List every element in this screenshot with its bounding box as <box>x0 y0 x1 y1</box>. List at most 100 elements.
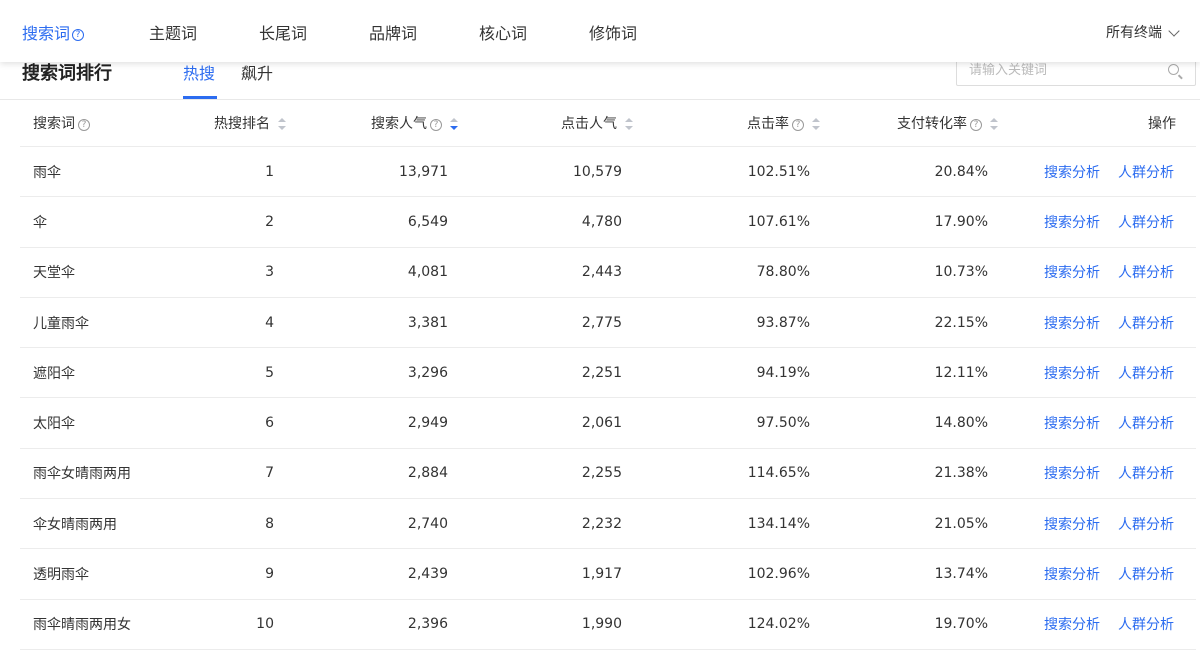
subtab-hot[interactable]: 热搜 <box>183 60 215 84</box>
table-header: 搜索词? 热搜排名 搜索人气? 点击人气 点击率? 支付转化率? 操作 <box>20 100 1196 147</box>
tab-topic-terms[interactable]: 主题词 <box>149 20 197 44</box>
audience-analysis-link[interactable]: 人群分析 <box>1118 564 1174 584</box>
ranking-header: 搜索词排行 热搜 飙升 <box>0 56 1200 100</box>
cell-ctr: 134.14% <box>747 515 810 532</box>
audience-analysis-link[interactable]: 人群分析 <box>1118 262 1174 282</box>
tab-core-terms[interactable]: 核心词 <box>479 20 527 44</box>
help-icon[interactable]: ? <box>970 119 982 131</box>
table-row: 雨伞 1 13,971 10,579 102.51% 20.84% 搜索分析 人… <box>20 147 1196 198</box>
header-popularity[interactable]: 搜索人气? <box>371 113 458 133</box>
header-conversion[interactable]: 支付转化率? <box>897 113 998 133</box>
search-analysis-link[interactable]: 搜索分析 <box>1044 463 1100 483</box>
chevron-down-icon[interactable] <box>1168 25 1180 37</box>
cell-keyword: 伞 <box>33 214 47 231</box>
cell-popularity: 13,971 <box>399 163 448 180</box>
header-popularity-label: 搜索人气 <box>371 116 427 132</box>
cell-keyword: 遮阳伞 <box>33 365 75 382</box>
sort-icon[interactable] <box>278 118 286 130</box>
cell-ctr: 102.51% <box>747 163 810 180</box>
cell-popularity: 2,439 <box>407 566 448 583</box>
tab-modifier-terms[interactable]: 修饰词 <box>589 20 637 44</box>
cell-ctr: 102.96% <box>747 566 810 583</box>
audience-analysis-link[interactable]: 人群分析 <box>1118 614 1174 634</box>
cell-keyword: 雨伞晴雨两用女 <box>33 617 131 634</box>
header-ops: 操作 <box>1148 116 1176 132</box>
search-analysis-link[interactable]: 搜索分析 <box>1044 262 1100 282</box>
cell-conversion: 14.80% <box>934 415 988 432</box>
cell-conversion: 22.15% <box>934 314 988 331</box>
top-nav: 搜索词? 主题词 长尾词 品牌词 核心词 修饰词 所有终端 <box>0 0 1200 62</box>
terminal-select[interactable]: 所有终端 <box>1106 22 1162 42</box>
cell-ctr: 114.65% <box>747 465 810 482</box>
table-row: 儿童雨伞 4 3,381 2,775 93.87% 22.15% 搜索分析 人群… <box>20 298 1196 349</box>
audience-analysis-link[interactable]: 人群分析 <box>1118 313 1174 333</box>
subtab-rising[interactable]: 飙升 <box>241 60 273 84</box>
search-analysis-link[interactable]: 搜索分析 <box>1044 614 1100 634</box>
header-keyword: 搜索词? <box>33 113 90 133</box>
sort-icon[interactable] <box>990 118 998 130</box>
cell-keyword: 雨伞 <box>33 164 61 181</box>
audience-analysis-link[interactable]: 人群分析 <box>1118 212 1174 232</box>
section-title: 搜索词排行 <box>22 63 112 84</box>
audience-analysis-link[interactable]: 人群分析 <box>1118 162 1174 182</box>
cell-popularity: 4,081 <box>407 264 448 281</box>
search-analysis-link[interactable]: 搜索分析 <box>1044 162 1100 182</box>
cell-ctr: 93.87% <box>756 314 810 331</box>
search-analysis-link[interactable]: 搜索分析 <box>1044 212 1100 232</box>
cell-clicks: 10,579 <box>573 163 622 180</box>
audience-analysis-link[interactable]: 人群分析 <box>1118 514 1174 534</box>
search-icon[interactable] <box>1168 64 1179 75</box>
help-icon[interactable]: ? <box>78 119 90 131</box>
cell-rank: 2 <box>265 213 274 230</box>
header-conversion-label: 支付转化率 <box>897 116 967 132</box>
cell-popularity: 2,396 <box>407 616 448 633</box>
search-analysis-link[interactable]: 搜索分析 <box>1044 514 1100 534</box>
cell-popularity: 2,884 <box>407 465 448 482</box>
cell-clicks: 2,255 <box>581 465 622 482</box>
cell-rank: 4 <box>265 314 274 331</box>
table-row: 雨伞晴雨两用女 10 2,396 1,990 124.02% 19.70% 搜索… <box>20 600 1196 650</box>
cell-conversion: 20.84% <box>934 163 988 180</box>
header-ctr-label: 点击率 <box>747 116 789 132</box>
header-clicks-label: 点击人气 <box>561 116 617 132</box>
cell-conversion: 12.11% <box>934 364 988 381</box>
audience-analysis-link[interactable]: 人群分析 <box>1118 363 1174 383</box>
table-row: 伞 2 6,549 4,780 107.61% 17.90% 搜索分析 人群分析 <box>20 197 1196 248</box>
search-analysis-link[interactable]: 搜索分析 <box>1044 413 1100 433</box>
cell-clicks: 1,917 <box>581 566 622 583</box>
sort-desc-icon[interactable] <box>450 118 458 130</box>
audience-analysis-link[interactable]: 人群分析 <box>1118 463 1174 483</box>
active-tab-indicator <box>183 96 217 99</box>
help-icon[interactable]: ? <box>430 119 442 131</box>
search-analysis-link[interactable]: 搜索分析 <box>1044 363 1100 383</box>
cell-rank: 5 <box>265 364 274 381</box>
cell-popularity: 3,296 <box>407 364 448 381</box>
search-analysis-link[interactable]: 搜索分析 <box>1044 313 1100 333</box>
tab-brand-terms[interactable]: 品牌词 <box>369 20 417 44</box>
search-analysis-link[interactable]: 搜索分析 <box>1044 564 1100 584</box>
cell-conversion: 10.73% <box>934 264 988 281</box>
cell-popularity: 3,381 <box>407 314 448 331</box>
header-rank[interactable]: 热搜排名 <box>214 113 286 133</box>
cell-conversion: 19.70% <box>934 616 988 633</box>
cell-clicks: 2,061 <box>581 415 622 432</box>
table-row: 伞女晴雨两用 8 2,740 2,232 134.14% 21.05% 搜索分析… <box>20 499 1196 550</box>
audience-analysis-link[interactable]: 人群分析 <box>1118 413 1174 433</box>
help-icon[interactable]: ? <box>792 119 804 131</box>
header-keyword-label: 搜索词 <box>33 116 75 132</box>
cell-clicks: 1,990 <box>581 616 622 633</box>
sort-icon[interactable] <box>625 118 633 130</box>
header-ctr[interactable]: 点击率? <box>747 113 820 133</box>
table-row: 太阳伞 6 2,949 2,061 97.50% 14.80% 搜索分析 人群分… <box>20 398 1196 449</box>
tab-search-terms[interactable]: 搜索词? <box>22 20 85 44</box>
help-icon[interactable]: ? <box>72 29 85 41</box>
tab-longtail-terms[interactable]: 长尾词 <box>259 20 307 44</box>
header-clicks[interactable]: 点击人气 <box>561 113 633 133</box>
sort-icon[interactable] <box>812 118 820 130</box>
cell-rank: 3 <box>265 264 274 281</box>
cell-ctr: 107.61% <box>747 213 810 230</box>
cell-popularity: 2,740 <box>407 515 448 532</box>
cell-ctr: 78.80% <box>756 264 810 281</box>
table-row: 透明雨伞 9 2,439 1,917 102.96% 13.74% 搜索分析 人… <box>20 549 1196 600</box>
table-row: 遮阳伞 5 3,296 2,251 94.19% 12.11% 搜索分析 人群分… <box>20 348 1196 399</box>
